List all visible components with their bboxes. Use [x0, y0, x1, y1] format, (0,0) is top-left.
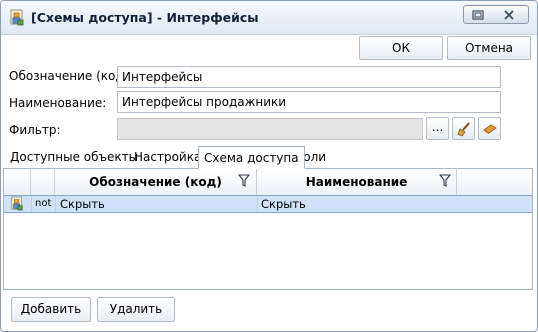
add-button[interactable]: Добавить — [11, 297, 91, 322]
eraser-icon — [483, 124, 497, 134]
filter-label: Фильтр: — [9, 123, 61, 137]
filter-icon[interactable] — [439, 174, 451, 188]
filter-browse-button[interactable]: ... — [426, 117, 449, 140]
access-scheme-grid: Обозначение (код) Наименование not Скрыт… — [3, 168, 533, 290]
filter-clear-button[interactable] — [452, 117, 475, 140]
cell-divider — [257, 196, 258, 212]
close-button[interactable] — [490, 5, 529, 24]
flag-column-header — [31, 169, 55, 195]
column-header-name[interactable]: Наименование — [257, 169, 457, 195]
tab-available-objects[interactable]: Доступные объекты — [5, 146, 143, 168]
code-input[interactable]: Интерфейсы — [117, 66, 501, 88]
cell-divider — [31, 196, 32, 212]
title-bar[interactable]: [Схемы доступа] - Интерфейсы — [1, 1, 537, 35]
delete-button[interactable]: Удалить — [97, 297, 175, 322]
column-header-code[interactable]: Обозначение (код) — [55, 169, 257, 195]
column-header-name-label: Наименование — [305, 175, 408, 189]
ok-button[interactable]: ОК — [359, 36, 443, 60]
row-indicator-header — [4, 169, 31, 195]
close-icon — [504, 9, 514, 20]
cell-divider — [55, 196, 56, 212]
restore-icon — [471, 9, 484, 20]
restore-button[interactable] — [463, 5, 492, 24]
filter-input[interactable] — [117, 118, 423, 140]
table-row[interactable]: not Скрыть Скрыть — [4, 195, 532, 213]
cancel-button[interactable]: Отмена — [447, 36, 531, 60]
access-scheme-icon — [9, 9, 25, 26]
row-object-icon — [10, 196, 24, 212]
row-code-cell[interactable]: Скрыть — [60, 196, 105, 212]
row-flag: not — [35, 198, 52, 209]
tab-settings[interactable]: Настройка — [129, 146, 206, 168]
dialog-window: [Схемы доступа] - Интерфейсы ОК Отмена О… — [0, 0, 538, 332]
column-header-code-label: Обозначение (код) — [89, 175, 222, 189]
row-name-cell[interactable]: Скрыть — [261, 196, 306, 212]
filter-apply-button[interactable] — [478, 117, 501, 140]
code-label: Обозначение (код): — [9, 69, 133, 83]
window-title: [Схемы доступа] - Интерфейсы — [31, 10, 259, 25]
name-label: Наименование: — [9, 96, 107, 110]
grid-header: Обозначение (код) Наименование — [4, 169, 532, 196]
tab-access-scheme[interactable]: Схема доступа — [198, 146, 305, 169]
filter-icon[interactable] — [238, 174, 250, 188]
name-input[interactable]: Интерфейсы продажники — [117, 91, 501, 113]
broom-icon — [457, 122, 470, 137]
